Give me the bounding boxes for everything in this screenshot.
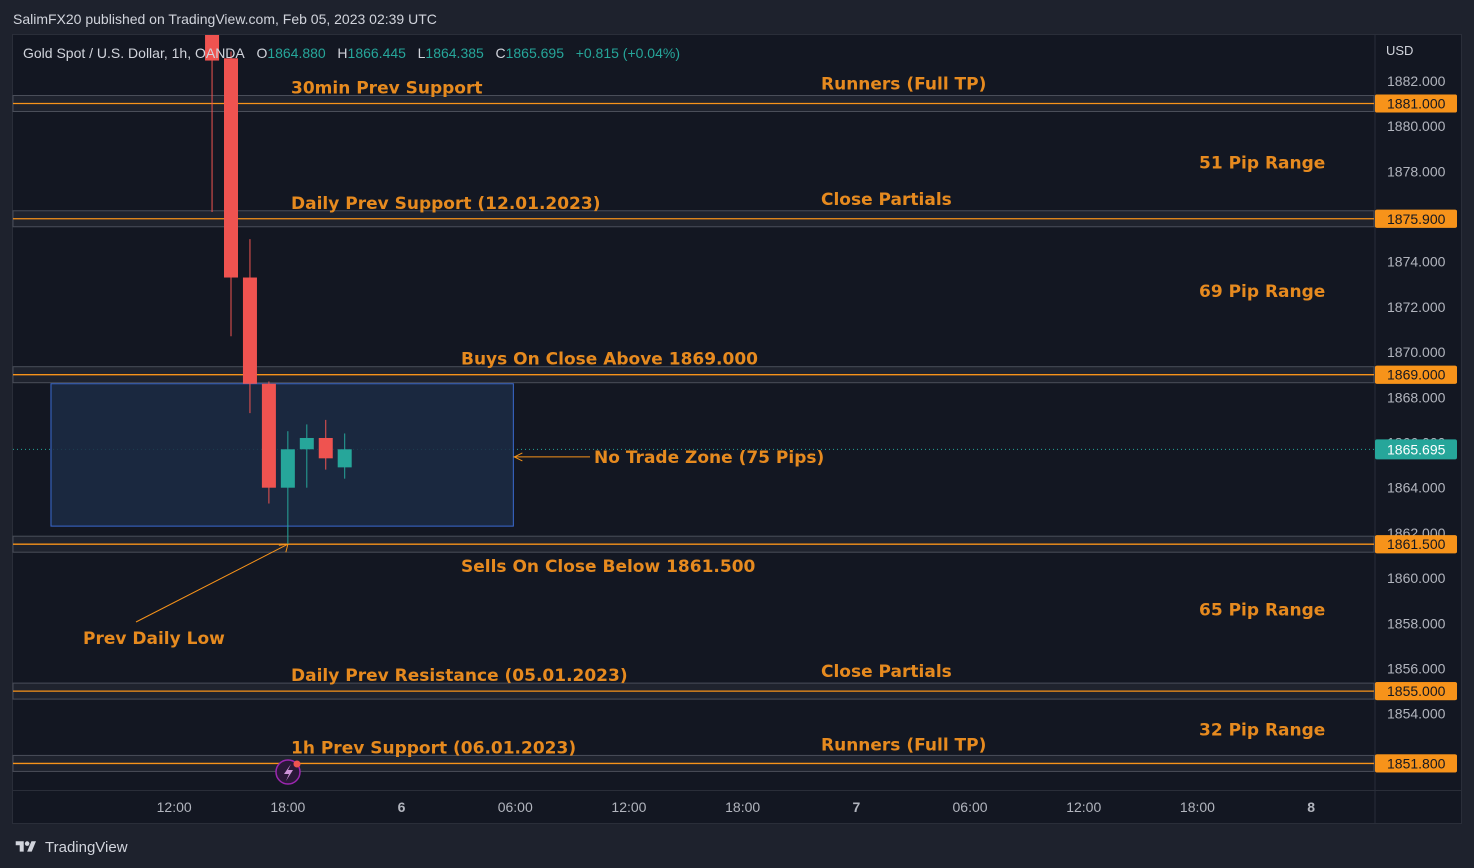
candle-body[interactable] xyxy=(261,383,276,488)
level-annotation: 1h Prev Support (06.01.2023) xyxy=(291,738,576,758)
price-axis-tick: 1874.000 xyxy=(1387,254,1446,270)
open-value: 1864.880 xyxy=(267,45,326,61)
time-axis-tick: 18:00 xyxy=(1180,799,1215,815)
time-axis-tick: 18:00 xyxy=(270,799,305,815)
level-price-label: 1869.000 xyxy=(1387,367,1446,383)
time-axis-tick: 12:00 xyxy=(157,799,192,815)
candle-body[interactable] xyxy=(242,277,257,384)
pip-range-label: 51 Pip Range xyxy=(1199,153,1325,173)
candle-body[interactable] xyxy=(299,437,314,450)
level-price-label: 1851.800 xyxy=(1387,755,1446,771)
prev-low-arrow-line xyxy=(135,543,289,623)
price-axis-tick: 1870.000 xyxy=(1387,344,1446,360)
price-axis-tick: 1880.000 xyxy=(1387,118,1446,134)
symbol-legend: Gold Spot / U.S. Dollar, 1h, OANDA O1864… xyxy=(23,45,680,61)
level-annotation: 30min Prev Support xyxy=(291,79,482,99)
time-axis-tick: 06:00 xyxy=(498,799,533,815)
level-target-annotation: Runners (Full TP) xyxy=(821,75,986,95)
level-annotation: Sells On Close Below 1861.500 xyxy=(461,557,756,577)
price-axis-tick: 1872.000 xyxy=(1387,299,1446,315)
candle-body[interactable] xyxy=(280,449,295,488)
current-price-label: 1865.695 xyxy=(1387,441,1446,457)
close-label: C xyxy=(495,45,506,61)
footer: TradingView xyxy=(13,836,128,858)
price-axis-tick: 1858.000 xyxy=(1387,615,1446,631)
close-value: 1865.695 xyxy=(505,45,565,61)
time-axis-tick: 7 xyxy=(852,799,860,815)
no-trade-zone-label: No Trade Zone (75 Pips) xyxy=(594,448,824,468)
level-target-annotation: Runners (Full TP) xyxy=(821,735,986,755)
tradingview-logo-icon xyxy=(15,841,36,852)
currency-label: USD xyxy=(1386,43,1414,58)
price-axis-tick: 1878.000 xyxy=(1387,163,1446,179)
pip-range-label: 65 Pip Range xyxy=(1199,601,1325,621)
time-axis-tick: 12:00 xyxy=(611,799,646,815)
high-value: 1866.445 xyxy=(347,45,406,61)
footer-brand: TradingView xyxy=(45,838,128,856)
time-axis-tick: 12:00 xyxy=(1066,799,1101,815)
prev-daily-low-label: Prev Daily Low xyxy=(83,629,225,649)
time-axis-tick: 18:00 xyxy=(725,799,760,815)
price-axis-tick: 1854.000 xyxy=(1387,706,1446,722)
price-axis-tick: 1868.000 xyxy=(1387,389,1446,405)
open-label: O xyxy=(256,45,268,61)
price-axis-tick: 1882.000 xyxy=(1387,73,1446,89)
level-target-annotation: Close Partials xyxy=(821,190,952,210)
pip-range-label: 69 Pip Range xyxy=(1199,282,1325,302)
candle-body[interactable] xyxy=(318,437,333,459)
price-axis-tick: 1856.000 xyxy=(1387,661,1446,677)
price-axis-tick: 1864.000 xyxy=(1387,480,1446,496)
candle-body[interactable] xyxy=(224,58,238,278)
price-chart[interactable]: 1881.000 30min Prev Support Runners (Full … xyxy=(0,0,1474,868)
time-axis-tick: 06:00 xyxy=(953,799,988,815)
level-annotation: Buys On Close Above 1869.000 xyxy=(461,350,758,370)
low-value: 1864.385 xyxy=(425,45,484,61)
symbol-name: Gold Spot / U.S. Dollar, 1h, OANDA xyxy=(23,45,245,61)
pip-range-label: 32 Pip Range xyxy=(1199,721,1325,741)
time-axis-tick: 6 xyxy=(398,799,406,815)
level-price-label: 1881.000 xyxy=(1387,96,1446,112)
level-price-label: 1861.500 xyxy=(1387,536,1446,552)
level-annotation: Daily Prev Resistance (05.01.2023) xyxy=(291,666,628,686)
notification-dot-icon xyxy=(293,760,301,768)
change-value: +0.815 (+0.04%) xyxy=(575,45,680,61)
candle-body[interactable] xyxy=(337,449,352,468)
time-axis-tick: 8 xyxy=(1307,799,1315,815)
level-price-label: 1875.900 xyxy=(1387,211,1446,227)
level-annotation: Daily Prev Support (12.01.2023) xyxy=(291,194,601,214)
level-price-label: 1855.000 xyxy=(1387,683,1446,699)
high-label: H xyxy=(337,45,348,61)
level-target-annotation: Close Partials xyxy=(821,662,952,682)
price-axis-tick: 1860.000 xyxy=(1387,570,1446,586)
